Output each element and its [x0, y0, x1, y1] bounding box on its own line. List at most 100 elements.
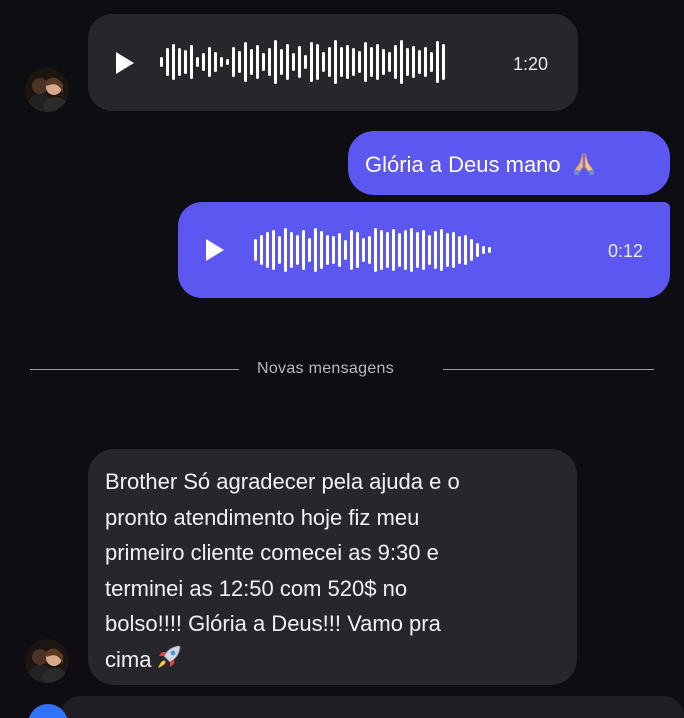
waveform-bar [328, 47, 331, 77]
waveform-bar [160, 57, 163, 67]
waveform-bar [442, 44, 445, 80]
waveform-bar [400, 40, 403, 84]
waveform-bar [488, 247, 491, 253]
divider-label: Novas mensagens [257, 360, 395, 377]
new-messages-divider: Novas mensagens [30, 357, 654, 383]
waveform-bar [358, 51, 361, 73]
waveform-bar [362, 238, 365, 262]
message-line: Brother Só agradecer pela ajuda e o [105, 469, 460, 494]
waveform-bar [394, 45, 397, 79]
waveform-bar [322, 52, 325, 72]
incoming-voice-message[interactable]: 1:20 [88, 14, 578, 111]
waveform-bar [418, 50, 421, 74]
waveform-bar [284, 228, 287, 272]
waveform-bar [202, 53, 205, 71]
waveform-bar [368, 236, 371, 264]
waveform-bar [352, 48, 355, 76]
waveform-bar [178, 48, 181, 76]
waveform-bar [296, 235, 299, 265]
message-composer[interactable] [60, 696, 684, 718]
waveform-bar [286, 44, 289, 80]
waveform-bar [268, 48, 271, 76]
waveform-bar [374, 228, 377, 272]
waveform-bar [320, 231, 323, 269]
waveform-bar [302, 230, 305, 270]
outgoing-text-message[interactable]: Glória a Deus mano [348, 131, 670, 195]
avatar[interactable] [25, 68, 69, 112]
waveform-bar [254, 239, 257, 261]
waveform-bar [172, 44, 175, 80]
waveform-bar [350, 230, 353, 270]
waveform-bar [314, 228, 317, 272]
waveform-bar [274, 40, 277, 84]
waveform-bar [262, 53, 265, 71]
waveform-bar [364, 42, 367, 82]
waveform-bar [422, 230, 425, 270]
voice-waveform[interactable] [160, 32, 445, 92]
waveform-bar [370, 47, 373, 77]
message-line: bolso!!!! Glória a Deus!!! Vamo pra [105, 611, 441, 636]
waveform-bar [446, 233, 449, 267]
waveform-bar [452, 232, 455, 268]
waveform-bar [190, 45, 193, 79]
waveform-bar [278, 236, 281, 264]
play-icon[interactable] [206, 239, 224, 261]
waveform-bar [410, 228, 413, 272]
waveform-bar [406, 48, 409, 76]
waveform-bar [250, 49, 253, 75]
waveform-bar [398, 233, 401, 267]
message-line: terminei as 12:50 com 520$ no [105, 575, 408, 601]
waveform-bar [226, 59, 229, 65]
play-icon[interactable] [116, 52, 134, 74]
waveform-bar [316, 44, 319, 80]
waveform-bar [272, 230, 275, 270]
waveform-bar [440, 229, 443, 271]
voice-waveform[interactable] [254, 220, 491, 280]
outgoing-voice-message[interactable]: 0:12 [178, 202, 670, 298]
waveform-bar [244, 42, 247, 82]
waveform-bar [476, 243, 479, 257]
waveform-bar [392, 229, 395, 271]
waveform-bar [424, 47, 427, 77]
divider-line [443, 369, 654, 370]
waveform-bar [166, 48, 169, 76]
incoming-text-message[interactable]: Brother Só agradecer pela ajuda e o pron… [88, 449, 577, 685]
waveform-bar [470, 239, 473, 261]
waveform-bar [434, 231, 437, 269]
waveform-bar [404, 230, 407, 270]
waveform-bar [326, 235, 329, 265]
waveform-bar [214, 52, 217, 72]
waveform-bar [458, 236, 461, 264]
waveform-bar [266, 232, 269, 268]
divider-line [30, 369, 239, 370]
waveform-bar [340, 47, 343, 77]
voice-duration: 1:20 [513, 54, 549, 74]
waveform-bar [428, 235, 431, 265]
waveform-bar [232, 47, 235, 77]
waveform-bar [338, 233, 341, 267]
message-last-line: cima [105, 642, 561, 682]
waveform-bar [382, 49, 385, 75]
waveform-bar [334, 40, 337, 84]
waveform-bar [388, 52, 391, 72]
waveform-bar [416, 232, 419, 268]
waveform-bar [344, 240, 347, 260]
waveform-bar [280, 49, 283, 75]
avatar[interactable] [25, 639, 69, 683]
waveform-bar [310, 42, 313, 82]
waveform-bar [208, 47, 211, 77]
folded-hands-icon [571, 150, 597, 182]
waveform-bar [430, 52, 433, 72]
waveform-bar [260, 235, 263, 265]
waveform-bar [238, 51, 241, 73]
waveform-bar [298, 46, 301, 78]
message-line: pronto atendimento hoje fiz meu [105, 504, 420, 530]
message-line: primeiro cliente comecei as 9:30 e [105, 540, 439, 565]
voice-duration: 0:12 [608, 241, 644, 261]
waveform-bar [256, 45, 259, 79]
rocket-icon [155, 643, 183, 682]
waveform-bar [482, 246, 485, 254]
waveform-bar [412, 46, 415, 78]
message-line: cima [105, 646, 152, 672]
waveform-bar [380, 230, 383, 270]
